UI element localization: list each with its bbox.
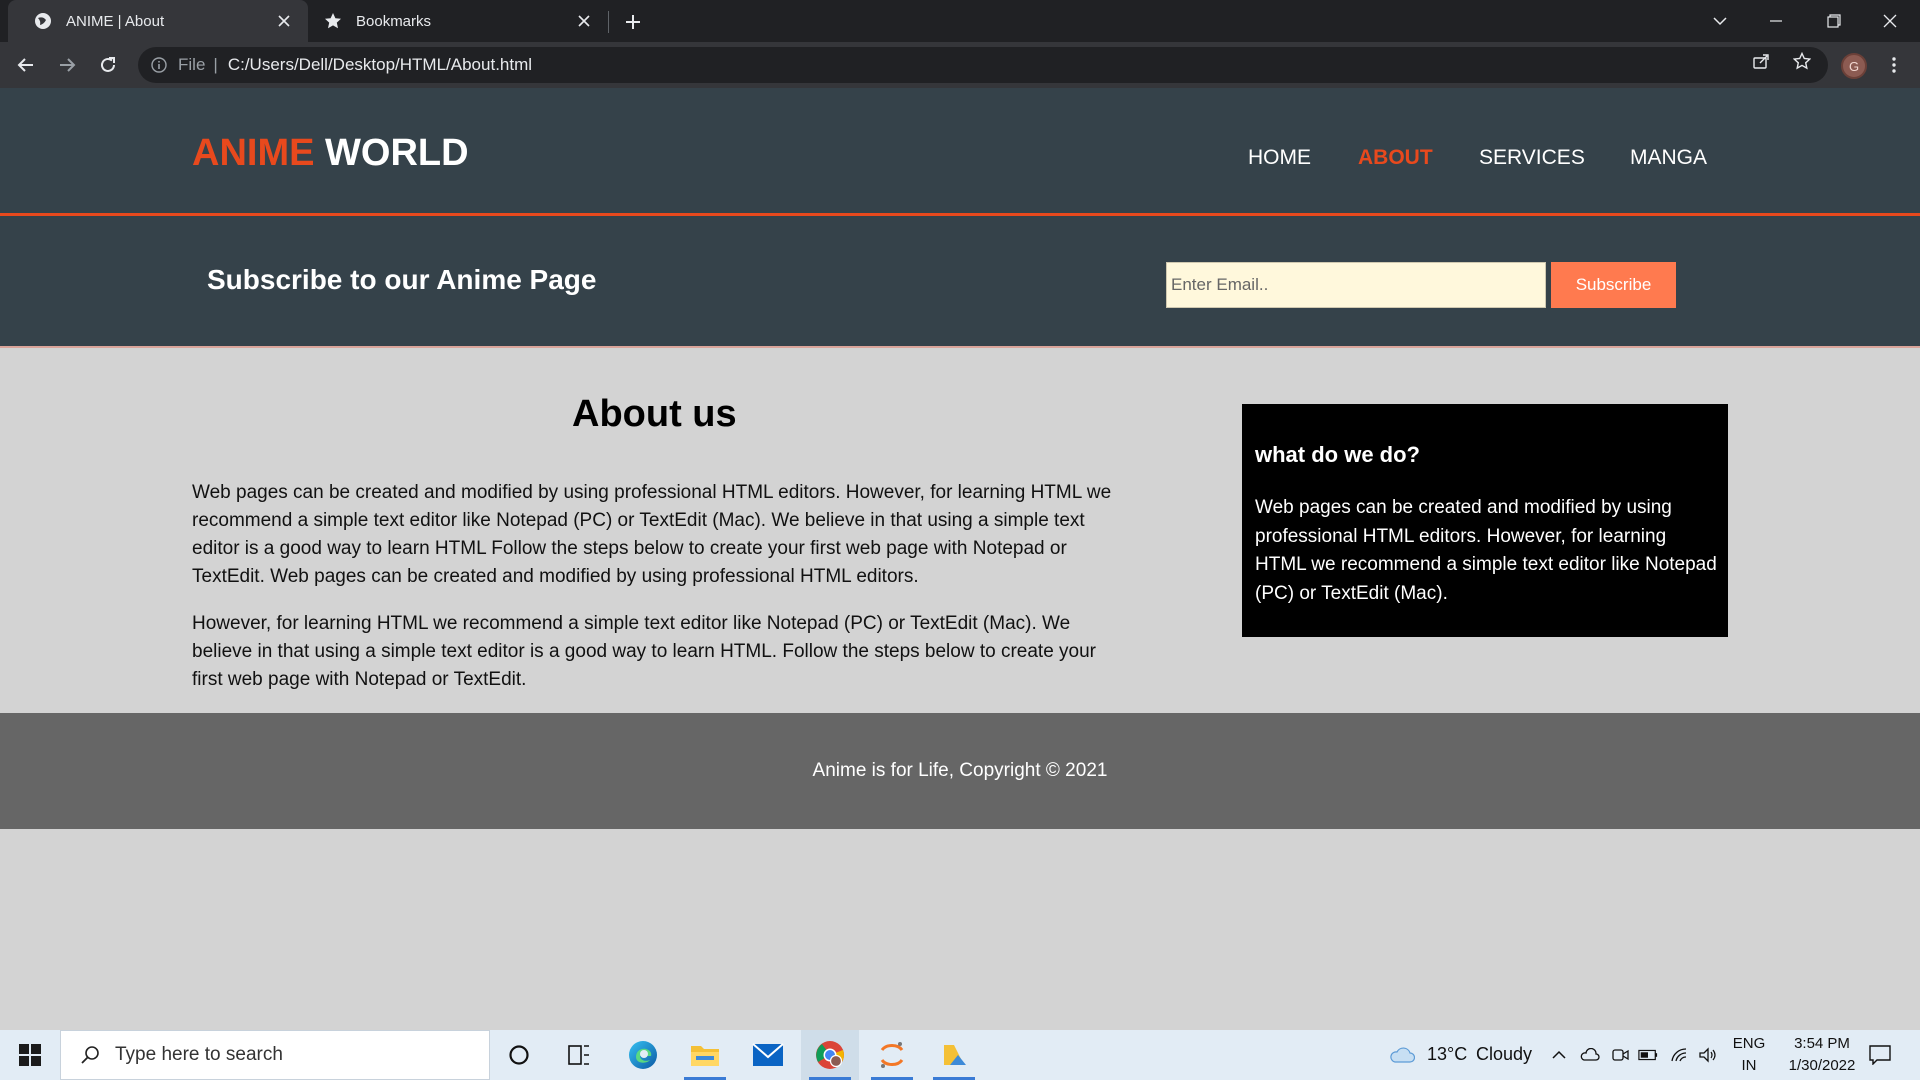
mail-icon[interactable] [739, 1030, 797, 1080]
web-page: ANIME WORLD HOME ABOUT SERVICES MANGA Su… [0, 88, 1920, 1030]
address-url[interactable]: C:/Users/Dell/Desktop/HTML/About.html [228, 55, 532, 75]
logo-rest: WORLD [325, 132, 469, 174]
wifi-icon[interactable] [1670, 1045, 1690, 1065]
subscribe-button[interactable]: Subscribe [1551, 262, 1676, 308]
about-paragraph-2: However, for learning HTML we recommend … [192, 613, 1097, 690]
about-title: About us [572, 393, 737, 435]
weather-condition[interactable]: Cloudy [1476, 1044, 1532, 1065]
site-info-icon[interactable] [150, 56, 168, 74]
logo-highlight: ANIME [192, 132, 315, 174]
tab-anime-about[interactable]: ANIME | About [8, 0, 308, 42]
about-paragraph-1: Web pages can be created and modified by… [192, 482, 1112, 587]
site-footer: Anime is for Life, Copyright © 2021 [0, 713, 1920, 829]
new-tab-button[interactable] [620, 9, 646, 35]
battery-icon[interactable] [1638, 1045, 1658, 1065]
forward-button[interactable] [51, 49, 83, 81]
onedrive-icon[interactable] [1580, 1045, 1600, 1065]
chrome-icon[interactable] [801, 1030, 859, 1080]
sidebar-box: what do we do? Web pages can be created … [1242, 404, 1728, 637]
file-explorer-icon[interactable] [676, 1030, 734, 1080]
edge-icon[interactable] [614, 1030, 672, 1080]
share-icon[interactable] [1751, 51, 1771, 71]
sidebar-heading: what do we do? [1255, 442, 1420, 467]
restore-button[interactable] [1806, 0, 1862, 42]
windows-start-icon[interactable] [0, 1030, 60, 1080]
clock-date[interactable]: 1/30/2022 [1772, 1057, 1872, 1074]
email-input[interactable] [1166, 262, 1546, 308]
cloud-weather-icon[interactable] [1388, 1045, 1416, 1065]
notification-icon[interactable] [1868, 1044, 1892, 1066]
nav-manga-link[interactable]: MANGA [1630, 146, 1707, 170]
clock-time[interactable]: 3:54 PM [1772, 1035, 1872, 1052]
address-divider: | [213, 55, 218, 74]
tab-title: Bookmarks [356, 12, 432, 30]
tab-search-chevron-down-icon[interactable] [1692, 0, 1748, 42]
volume-icon[interactable] [1698, 1045, 1718, 1065]
photos-icon[interactable] [925, 1030, 983, 1080]
close-window-button[interactable] [1862, 0, 1918, 42]
jupyter-icon[interactable] [863, 1030, 921, 1080]
star-icon [324, 12, 342, 30]
search-icon [79, 1044, 101, 1066]
windows-taskbar: Type here to search 13°C Cloudy ENG IN 3… [0, 1030, 1920, 1080]
sidebar-text: Web pages can be created and modified by… [1255, 497, 1717, 604]
site-logo[interactable]: ANIME WORLD [192, 132, 469, 175]
taskbar-search[interactable]: Type here to search [60, 1030, 490, 1080]
bookmark-star-icon[interactable] [1792, 51, 1812, 71]
nav-about-link[interactable]: ABOUT [1358, 146, 1433, 170]
tab-bookmarks[interactable]: Bookmarks [308, 0, 608, 42]
meet-now-icon[interactable] [1610, 1045, 1630, 1065]
globe-icon [34, 12, 52, 30]
subscribe-title: Subscribe to our Anime Page [207, 264, 597, 295]
browser-tab-strip: ANIME | About Bookmarks [0, 0, 1920, 42]
close-icon[interactable] [574, 11, 594, 31]
profile-avatar[interactable]: G [1841, 53, 1867, 79]
browser-toolbar: File | C:/Users/Dell/Desktop/HTML/About.… [0, 42, 1920, 88]
reload-button[interactable] [92, 49, 124, 81]
chevron-up-icon[interactable] [1549, 1045, 1569, 1065]
region-code[interactable]: IN [1730, 1057, 1768, 1074]
nav-services-link[interactable]: SERVICES [1479, 146, 1585, 170]
weather-temp[interactable]: 13°C [1427, 1044, 1467, 1065]
scheme-label: File [178, 55, 206, 74]
back-button[interactable] [10, 49, 42, 81]
close-icon[interactable] [274, 11, 294, 31]
site-header: ANIME WORLD HOME ABOUT SERVICES MANGA [0, 88, 1920, 216]
tab-title: ANIME | About [66, 12, 165, 30]
search-placeholder: Type here to search [115, 1044, 283, 1065]
task-view-icon[interactable] [550, 1030, 608, 1080]
footer-copyright: Anime is for Life, Copyright © 2021 [812, 760, 1108, 781]
minimize-button[interactable] [1748, 0, 1804, 42]
more-menu-icon[interactable] [1882, 53, 1906, 77]
cortana-icon[interactable] [490, 1030, 548, 1080]
language-code[interactable]: ENG [1730, 1035, 1768, 1052]
address-bar[interactable]: File | C:/Users/Dell/Desktop/HTML/About.… [138, 47, 1828, 83]
subscribe-section: Subscribe to our Anime Page Subscribe [0, 216, 1920, 348]
tab-separator [608, 11, 609, 33]
nav-home-link[interactable]: HOME [1248, 146, 1311, 170]
